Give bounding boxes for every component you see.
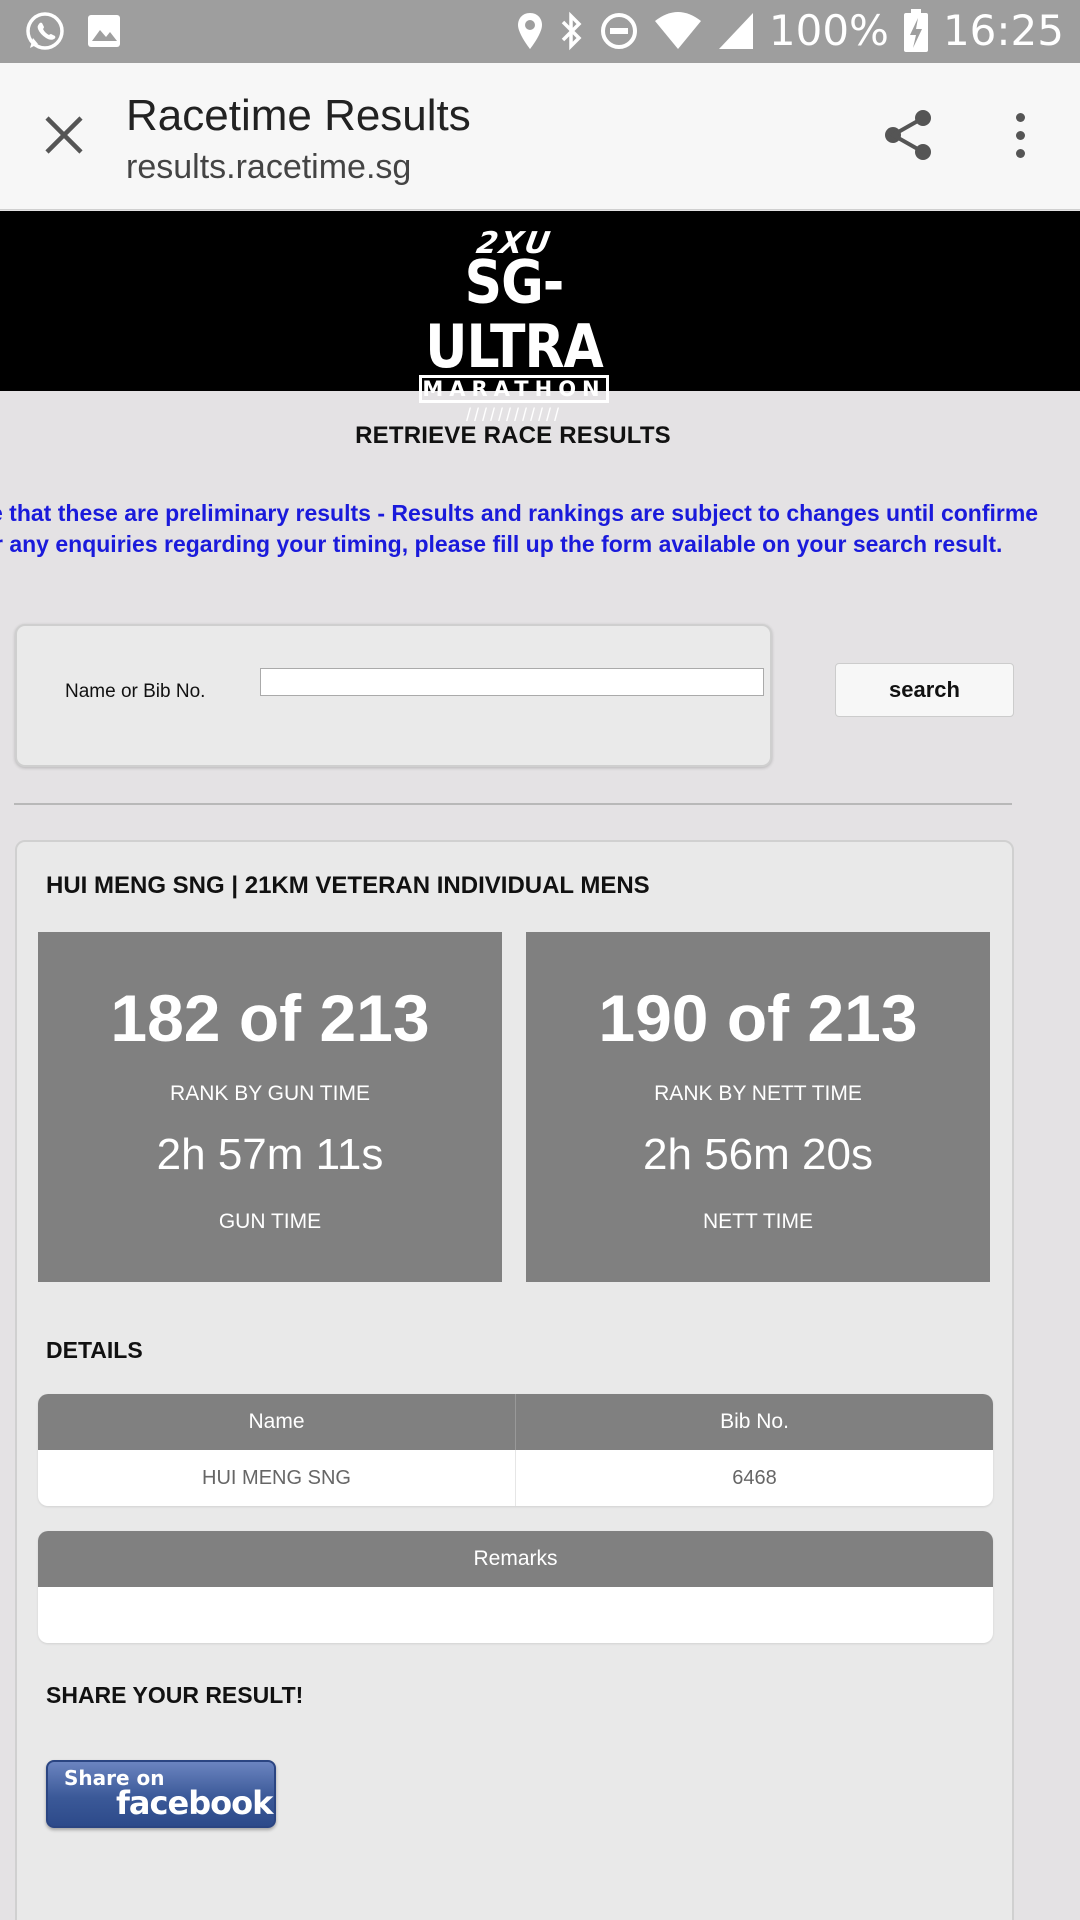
column-header-bib: Bib No. — [515, 1394, 993, 1450]
nett-time-panel: 190 of 213 RANK BY NETT TIME 2h 56m 20s … — [526, 932, 990, 1282]
gun-time: 2h 57m 11s — [156, 1130, 384, 1179]
notice-line-1: e that these are preliminary results - R… — [0, 500, 1039, 526]
search-button[interactable]: search — [835, 663, 1014, 717]
divider — [14, 803, 1012, 805]
search-form: Name or Bib No. — [15, 624, 772, 767]
overflow-menu-button[interactable] — [1000, 105, 1040, 165]
event-banner: 2XU SG-ULTRA MARATHON //////////// — [0, 211, 1080, 425]
wifi-icon — [653, 11, 703, 51]
table-header-row: Name Bib No. — [38, 1394, 993, 1450]
notice-line-2: r any enquiries regarding your timing, p… — [0, 531, 1003, 557]
page-title-bar: Racetime Results — [126, 91, 471, 140]
close-button[interactable] — [36, 107, 92, 163]
url-display[interactable]: results.racetime.sg — [126, 148, 411, 187]
table-row: HUI MENG SNG 6468 — [38, 1450, 993, 1506]
column-header-name: Name — [248, 1410, 305, 1433]
whatsapp-icon — [24, 10, 66, 52]
menu-dot-icon — [1015, 112, 1025, 122]
facebook-logo-text: facebook — [116, 1784, 273, 1822]
nett-rank-caption: RANK BY NETT TIME — [654, 1082, 862, 1105]
logo-event: SG-ULTRA — [425, 248, 604, 382]
share-heading: SHARE YOUR RESULT! — [46, 1682, 304, 1708]
gun-rank: 182 of 213 — [110, 981, 430, 1055]
cell-bib: 6468 — [515, 1450, 993, 1506]
gun-rank-caption: RANK BY GUN TIME — [170, 1082, 370, 1105]
battery-percentage: 100% — [768, 6, 889, 55]
gun-time-caption: GUN TIME — [218, 1210, 322, 1233]
cell-remarks — [38, 1587, 993, 1643]
location-icon — [515, 11, 545, 51]
section-title: RETRIEVE RACE RESULTS — [355, 422, 671, 449]
clock: 16:25 — [942, 6, 1064, 55]
sg-ultra-marathon-logo[interactable]: 2XU SG-ULTRA MARATHON //////////// — [416, 226, 612, 425]
nett-time-caption: NETT TIME — [702, 1210, 814, 1233]
cell-name: HUI MENG SNG — [202, 1466, 351, 1489]
nett-time: 2h 56m 20s — [643, 1130, 873, 1179]
gun-time-panel: 182 of 213 RANK BY GUN TIME 2h 57m 11s G… — [38, 932, 502, 1282]
close-icon — [45, 116, 83, 154]
nett-rank: 190 of 213 — [598, 981, 918, 1055]
signal-icon — [717, 11, 755, 51]
details-heading: DETAILS — [46, 1337, 143, 1363]
share-icon — [885, 110, 931, 160]
bluetooth-icon — [559, 10, 585, 52]
preliminary-notice: e that these are preliminary results - R… — [0, 498, 1080, 560]
athlete-heading: HUI MENG SNG | 21KM VETERAN INDIVIDUAL M… — [46, 872, 650, 899]
battery-charging-icon — [903, 8, 929, 53]
menu-dot-icon — [1015, 130, 1025, 140]
details-table: Name Bib No. HUI MENG SNG 6468 — [38, 1394, 993, 1506]
table-row — [38, 1587, 993, 1643]
column-header-remarks: Remarks — [473, 1547, 558, 1570]
result-card: HUI MENG SNG | 21KM VETERAN INDIVIDUAL M… — [15, 840, 1014, 1920]
remarks-table: Remarks — [38, 1531, 993, 1643]
do-not-disturb-icon — [599, 11, 639, 51]
status-bar: 100% 16:25 — [0, 0, 1080, 63]
browser-toolbar: Racetime Results results.racetime.sg — [0, 63, 1080, 210]
table-header-row: Remarks — [38, 1531, 993, 1587]
menu-dot-icon — [1015, 148, 1025, 158]
share-on-facebook-button[interactable]: Share on facebook — [46, 1760, 276, 1828]
search-input[interactable] — [260, 668, 764, 696]
image-icon — [86, 13, 122, 49]
share-button[interactable] — [878, 105, 938, 165]
search-label: Name or Bib No. — [65, 681, 206, 702]
